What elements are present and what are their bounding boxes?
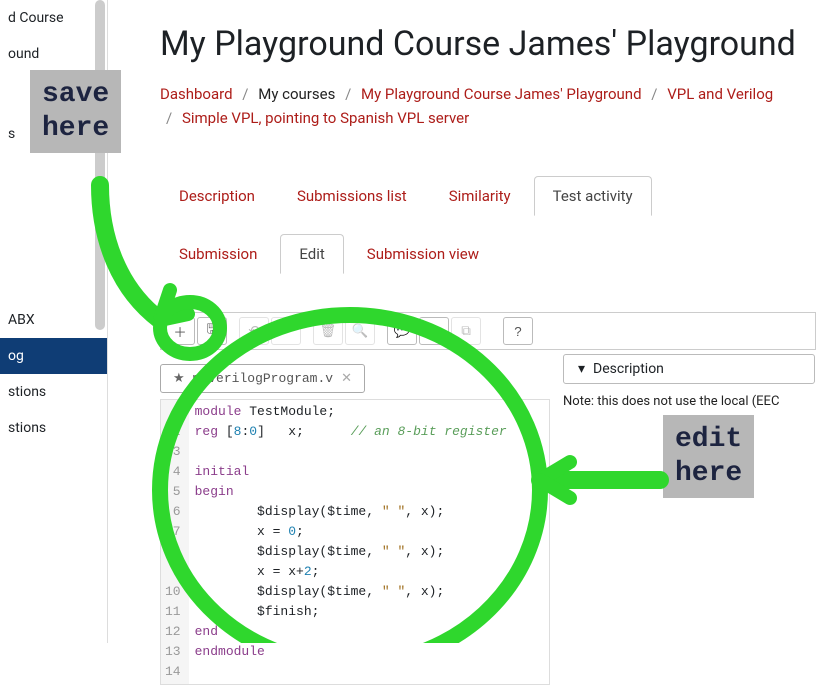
comment-icon: 💬 bbox=[394, 323, 411, 339]
tabs-main: Description Submissions list Similarity … bbox=[160, 176, 816, 216]
redo-button[interactable]: ↷ bbox=[271, 317, 301, 345]
breadcrumb: Dashboard / My courses / My Playground C… bbox=[160, 82, 816, 130]
undo-button[interactable]: ↶ bbox=[239, 317, 269, 345]
redo-icon: ↷ bbox=[280, 323, 291, 339]
file-tab[interactable]: ★ myVerilogProgram.v ✕ bbox=[160, 364, 365, 393]
annotation-edit: edit here bbox=[663, 415, 754, 498]
comment-button[interactable]: 💬 bbox=[387, 317, 417, 345]
main-content: My Playground Course James' Playground D… bbox=[160, 0, 816, 685]
breadcrumb-link[interactable]: My Playground Course James' Playground bbox=[361, 85, 642, 103]
page-title: My Playground Course James' Playground bbox=[160, 24, 816, 64]
breadcrumb-sep: / bbox=[651, 85, 657, 103]
help-icon: ? bbox=[514, 324, 521, 339]
caret-down-icon: ▾ bbox=[578, 361, 585, 377]
tab-test-activity[interactable]: Test activity bbox=[534, 176, 652, 216]
close-icon[interactable]: ✕ bbox=[341, 371, 352, 386]
tab-submission-view[interactable]: Submission view bbox=[348, 234, 498, 274]
trash-button[interactable]: 🗑 bbox=[313, 317, 343, 345]
breadcrumb-link[interactable]: VPL and Verilog bbox=[667, 85, 773, 103]
save-button[interactable]: 🖫 bbox=[197, 317, 227, 345]
breadcrumb-sep: / bbox=[242, 85, 248, 103]
tabs-sub: Submission Edit Submission view bbox=[160, 234, 816, 274]
description-panel: ▾ Description Note: this does not use th… bbox=[563, 354, 816, 409]
undo-icon: ↶ bbox=[248, 323, 259, 339]
term-icon: ⧉ bbox=[461, 323, 471, 339]
new-button[interactable]: ＋ bbox=[165, 317, 195, 345]
breadcrumb-sep: / bbox=[345, 85, 351, 103]
sidebar-item[interactable]: ound bbox=[0, 36, 107, 72]
tab-submissions[interactable]: Submissions list bbox=[278, 176, 426, 216]
sidebar-item[interactable]: ABX bbox=[0, 302, 107, 338]
code-area[interactable]: module TestModule;reg [8:0] x; // an 8-b… bbox=[189, 400, 513, 684]
term-button[interactable]: ⧉ bbox=[451, 317, 481, 345]
tab-submission[interactable]: Submission bbox=[160, 234, 276, 274]
breadcrumb-sep: / bbox=[166, 109, 172, 127]
find-button[interactable]: 🔍 bbox=[345, 317, 375, 345]
sidebar-item[interactable]: stions bbox=[0, 374, 107, 410]
sidebar-item[interactable]: stions bbox=[0, 410, 107, 446]
breadcrumb-link[interactable]: Dashboard bbox=[160, 85, 233, 103]
editor-toolbar: ＋ 🖫 ↶ ↷ 🗑 🔍 💬 ▶_ ⧉ ? bbox=[160, 312, 816, 350]
annotation-save: save here bbox=[30, 70, 121, 153]
code-editor[interactable]: 1234567891011121314 module TestModule;re… bbox=[160, 399, 550, 685]
plus-icon: ＋ bbox=[173, 322, 186, 341]
scrollbar[interactable] bbox=[95, 0, 105, 330]
trash-icon: 🗑 bbox=[320, 323, 337, 339]
line-gutter: 1234567891011121314 bbox=[161, 400, 189, 684]
sidebar-item[interactable]: d Course bbox=[0, 0, 107, 36]
star-icon: ★ bbox=[173, 371, 185, 386]
sidebar-item-active[interactable]: og bbox=[0, 338, 107, 374]
description-title: Description bbox=[593, 361, 664, 377]
save-icon: 🖫 bbox=[206, 320, 217, 342]
find-icon: 🔍 bbox=[352, 323, 369, 339]
breadcrumb-current: My courses bbox=[258, 85, 335, 103]
description-note: Note: this does not use the local (EEC bbox=[563, 394, 816, 409]
tab-similarity[interactable]: Similarity bbox=[430, 176, 530, 216]
description-toggle[interactable]: ▾ Description bbox=[563, 354, 815, 384]
breadcrumb-link[interactable]: Simple VPL, pointing to Spanish VPL serv… bbox=[182, 109, 469, 127]
help-button[interactable]: ? bbox=[503, 317, 533, 345]
run-button[interactable]: ▶_ bbox=[419, 317, 449, 345]
file-name: myVerilogProgram.v bbox=[193, 371, 333, 386]
tab-description[interactable]: Description bbox=[160, 176, 274, 216]
tab-edit[interactable]: Edit bbox=[280, 234, 343, 274]
run-icon: ▶_ bbox=[425, 323, 443, 339]
